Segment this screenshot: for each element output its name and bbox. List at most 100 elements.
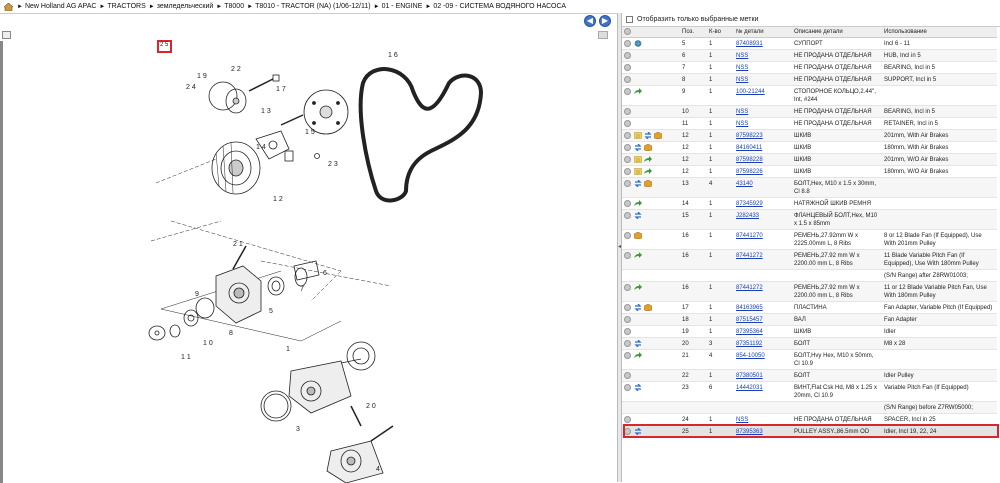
exploded-parts-diagram[interactable]: 1 6 1 9 2 2 2 4 1 7 1 3 1 5 1 4 2 3 1 2 … xyxy=(11,41,611,483)
part-number-link[interactable]: 87441272 xyxy=(736,285,763,291)
table-row[interactable]: 16 1 87441272 РЕМЕНЬ,27.92 mm W x 2200.00 m… xyxy=(622,281,997,302)
forward-button[interactable]: ▶ xyxy=(599,15,611,27)
column-header[interactable]: Описание детали xyxy=(792,27,882,38)
part-number-link[interactable]: NSS xyxy=(736,53,748,59)
zoom-icon[interactable] xyxy=(2,31,11,39)
arrow-green-icon[interactable] xyxy=(634,251,644,259)
select-row-icon[interactable] xyxy=(624,315,631,323)
part-number-link[interactable]: J282433 xyxy=(736,213,759,219)
breadcrumb-item[interactable]: 01 - ENGINE xyxy=(382,3,423,10)
column-header[interactable]: Использование xyxy=(882,27,997,38)
select-all-icon[interactable] xyxy=(624,28,631,36)
select-row-icon[interactable] xyxy=(624,339,631,347)
part-number-link[interactable]: NSS xyxy=(736,65,748,71)
breadcrumb-item[interactable]: земледельческий xyxy=(157,3,214,10)
select-row-icon[interactable] xyxy=(624,283,631,291)
table-row[interactable]: 21 4 854-10050 БОЛТ,Hvy Hex, M10 x 50mm, Cl… xyxy=(622,349,997,370)
table-row[interactable]: 12 1 87598226 ШКИВ 180mm, W/O Air Brakes xyxy=(622,165,997,178)
part-number-link[interactable]: NSS xyxy=(736,417,748,423)
select-row-icon[interactable] xyxy=(624,63,631,71)
arrow-green-icon[interactable] xyxy=(644,155,654,163)
part-number-link[interactable]: 100-21244 xyxy=(736,89,765,95)
select-row-icon[interactable] xyxy=(624,75,631,83)
box-icon[interactable] xyxy=(644,143,654,151)
swap-blue-icon[interactable] xyxy=(634,211,644,219)
table-row[interactable]: 9 1 100-21244 СТОПОРНОЕ КОЛЬЦО,2.44", Int, … xyxy=(622,85,997,106)
vertical-scrollbar[interactable] xyxy=(0,41,3,483)
part-number-link[interactable]: 87345929 xyxy=(736,201,763,207)
part-number-link[interactable]: 87395364 xyxy=(736,329,763,335)
note-icon[interactable] xyxy=(634,167,644,175)
arrow-green-icon[interactable] xyxy=(634,283,644,291)
select-row-icon[interactable] xyxy=(624,251,631,259)
select-row-icon[interactable] xyxy=(624,155,631,163)
breadcrumb-item[interactable]: T8010 - TRACTOR (NA) (1/06-12/11) xyxy=(255,3,371,10)
arrow-green-icon[interactable] xyxy=(634,351,644,359)
swap-blue-icon[interactable] xyxy=(634,303,644,311)
select-row-icon[interactable] xyxy=(624,415,631,423)
part-number-link[interactable]: 87441270 xyxy=(736,233,763,239)
box-icon[interactable] xyxy=(654,131,664,139)
column-header[interactable] xyxy=(622,27,680,38)
select-row-icon[interactable] xyxy=(624,231,631,239)
filter-checkbox[interactable] xyxy=(626,16,633,23)
select-row-icon[interactable] xyxy=(624,119,631,127)
table-row[interactable]: 16 1 87441270 РЕМЕНЬ,27.92mm W x 2225.00mm … xyxy=(622,229,997,250)
part-number-link[interactable]: 43140 xyxy=(736,181,753,187)
table-row[interactable]: 15 1 J282433 ФЛАНЦЕВЫЙ БОЛТ,Hex, M10 x 1.5 … xyxy=(622,209,997,230)
part-number-link[interactable]: 87598223 xyxy=(736,133,763,139)
table-row[interactable]: 23 6 14442031 ВИНТ,Flat Csk Hd, M8 x 1.25 x… xyxy=(622,381,997,402)
table-row[interactable]: 12 1 84160411 ШКИВ 180mm, With Air Brakes xyxy=(622,141,997,154)
column-header[interactable]: К-во xyxy=(707,27,734,38)
breadcrumb-item[interactable]: T8000 xyxy=(224,3,244,10)
select-row-icon[interactable] xyxy=(624,51,631,59)
table-row[interactable]: 22 1 87380501 БОЛТ Idler Pulley xyxy=(622,369,997,382)
back-button[interactable]: ◀ xyxy=(584,15,596,27)
part-number-link[interactable]: 87598226 xyxy=(736,169,763,175)
part-number-link[interactable]: 87598228 xyxy=(736,157,763,163)
diagram-highlight[interactable]: 2 5 xyxy=(157,40,172,53)
box-icon[interactable] xyxy=(634,231,644,239)
table-row[interactable]: 5 1 87408931 СУППОРТ Incl 6 - 11 xyxy=(622,37,997,50)
table-row[interactable]: (S/N Range) before Z7RW05000; xyxy=(622,401,997,414)
part-number-link[interactable]: 87515457 xyxy=(736,317,763,323)
table-row[interactable]: 8 1 NSS НЕ ПРОДАНА ОТДЕЛЬНАЯ SUPPORT, Incl i… xyxy=(622,73,997,86)
select-row-icon[interactable] xyxy=(624,39,631,47)
table-row[interactable]: 13 4 43140 БОЛТ,Hex, M10 x 1.5 x 30mm, Cl 8… xyxy=(622,177,997,198)
column-header[interactable]: № детали xyxy=(734,27,792,38)
select-row-icon[interactable] xyxy=(624,371,631,379)
note-icon[interactable] xyxy=(634,155,644,163)
select-row-icon[interactable] xyxy=(624,87,631,95)
select-row-icon[interactable] xyxy=(624,303,631,311)
globe-icon[interactable] xyxy=(634,39,644,47)
box-icon[interactable] xyxy=(644,303,654,311)
select-row-icon[interactable] xyxy=(624,107,631,115)
breadcrumb-item[interactable]: New Holland AG APAC xyxy=(25,3,96,10)
table-row[interactable]: 10 1 NSS НЕ ПРОДАНА ОТДЕЛЬНАЯ BEARING, Incl … xyxy=(622,105,997,118)
part-number-link[interactable]: 84160411 xyxy=(736,145,762,151)
table-row[interactable]: 12 1 87598228 ШКИВ 201mm, W/O Air Brakes xyxy=(622,153,997,166)
table-row[interactable]: 11 1 NSS НЕ ПРОДАНА ОТДЕЛЬНАЯ RETAINER, Incl… xyxy=(622,117,997,130)
swap-blue-icon[interactable] xyxy=(644,131,654,139)
part-number-link[interactable]: 14442031 xyxy=(736,385,763,391)
table-row[interactable]: 17 1 84163965 ПЛАСТИНА Fan Adapter, Variable… xyxy=(622,301,997,314)
home-icon[interactable] xyxy=(4,2,13,11)
select-row-icon[interactable] xyxy=(624,131,631,139)
table-row[interactable]: 19 1 87395364 ШКИВ Idler xyxy=(622,325,997,338)
swap-blue-icon[interactable] xyxy=(634,179,644,187)
note-icon[interactable] xyxy=(634,131,644,139)
part-number-link[interactable]: NSS xyxy=(736,109,748,115)
select-row-icon[interactable] xyxy=(624,143,631,151)
table-row[interactable]: 12 1 87598223 ШКИВ 201mm, With Air Brakes xyxy=(622,129,997,142)
select-row-icon[interactable] xyxy=(624,199,631,207)
part-number-link[interactable]: NSS xyxy=(736,77,748,83)
swap-blue-icon[interactable] xyxy=(634,383,644,391)
arrow-green-icon[interactable] xyxy=(644,167,654,175)
table-row[interactable]: 20 3 87351192 БОЛТ M8 x 28 xyxy=(622,337,997,350)
table-row[interactable]: (S/N Range) after Z8RW01003; xyxy=(622,269,997,282)
select-row-icon[interactable] xyxy=(624,211,631,219)
select-row-icon[interactable] xyxy=(624,179,631,187)
select-row-icon[interactable] xyxy=(624,351,631,359)
arrow-green-icon[interactable] xyxy=(634,87,644,95)
part-number-link[interactable]: 87351192 xyxy=(736,341,762,347)
